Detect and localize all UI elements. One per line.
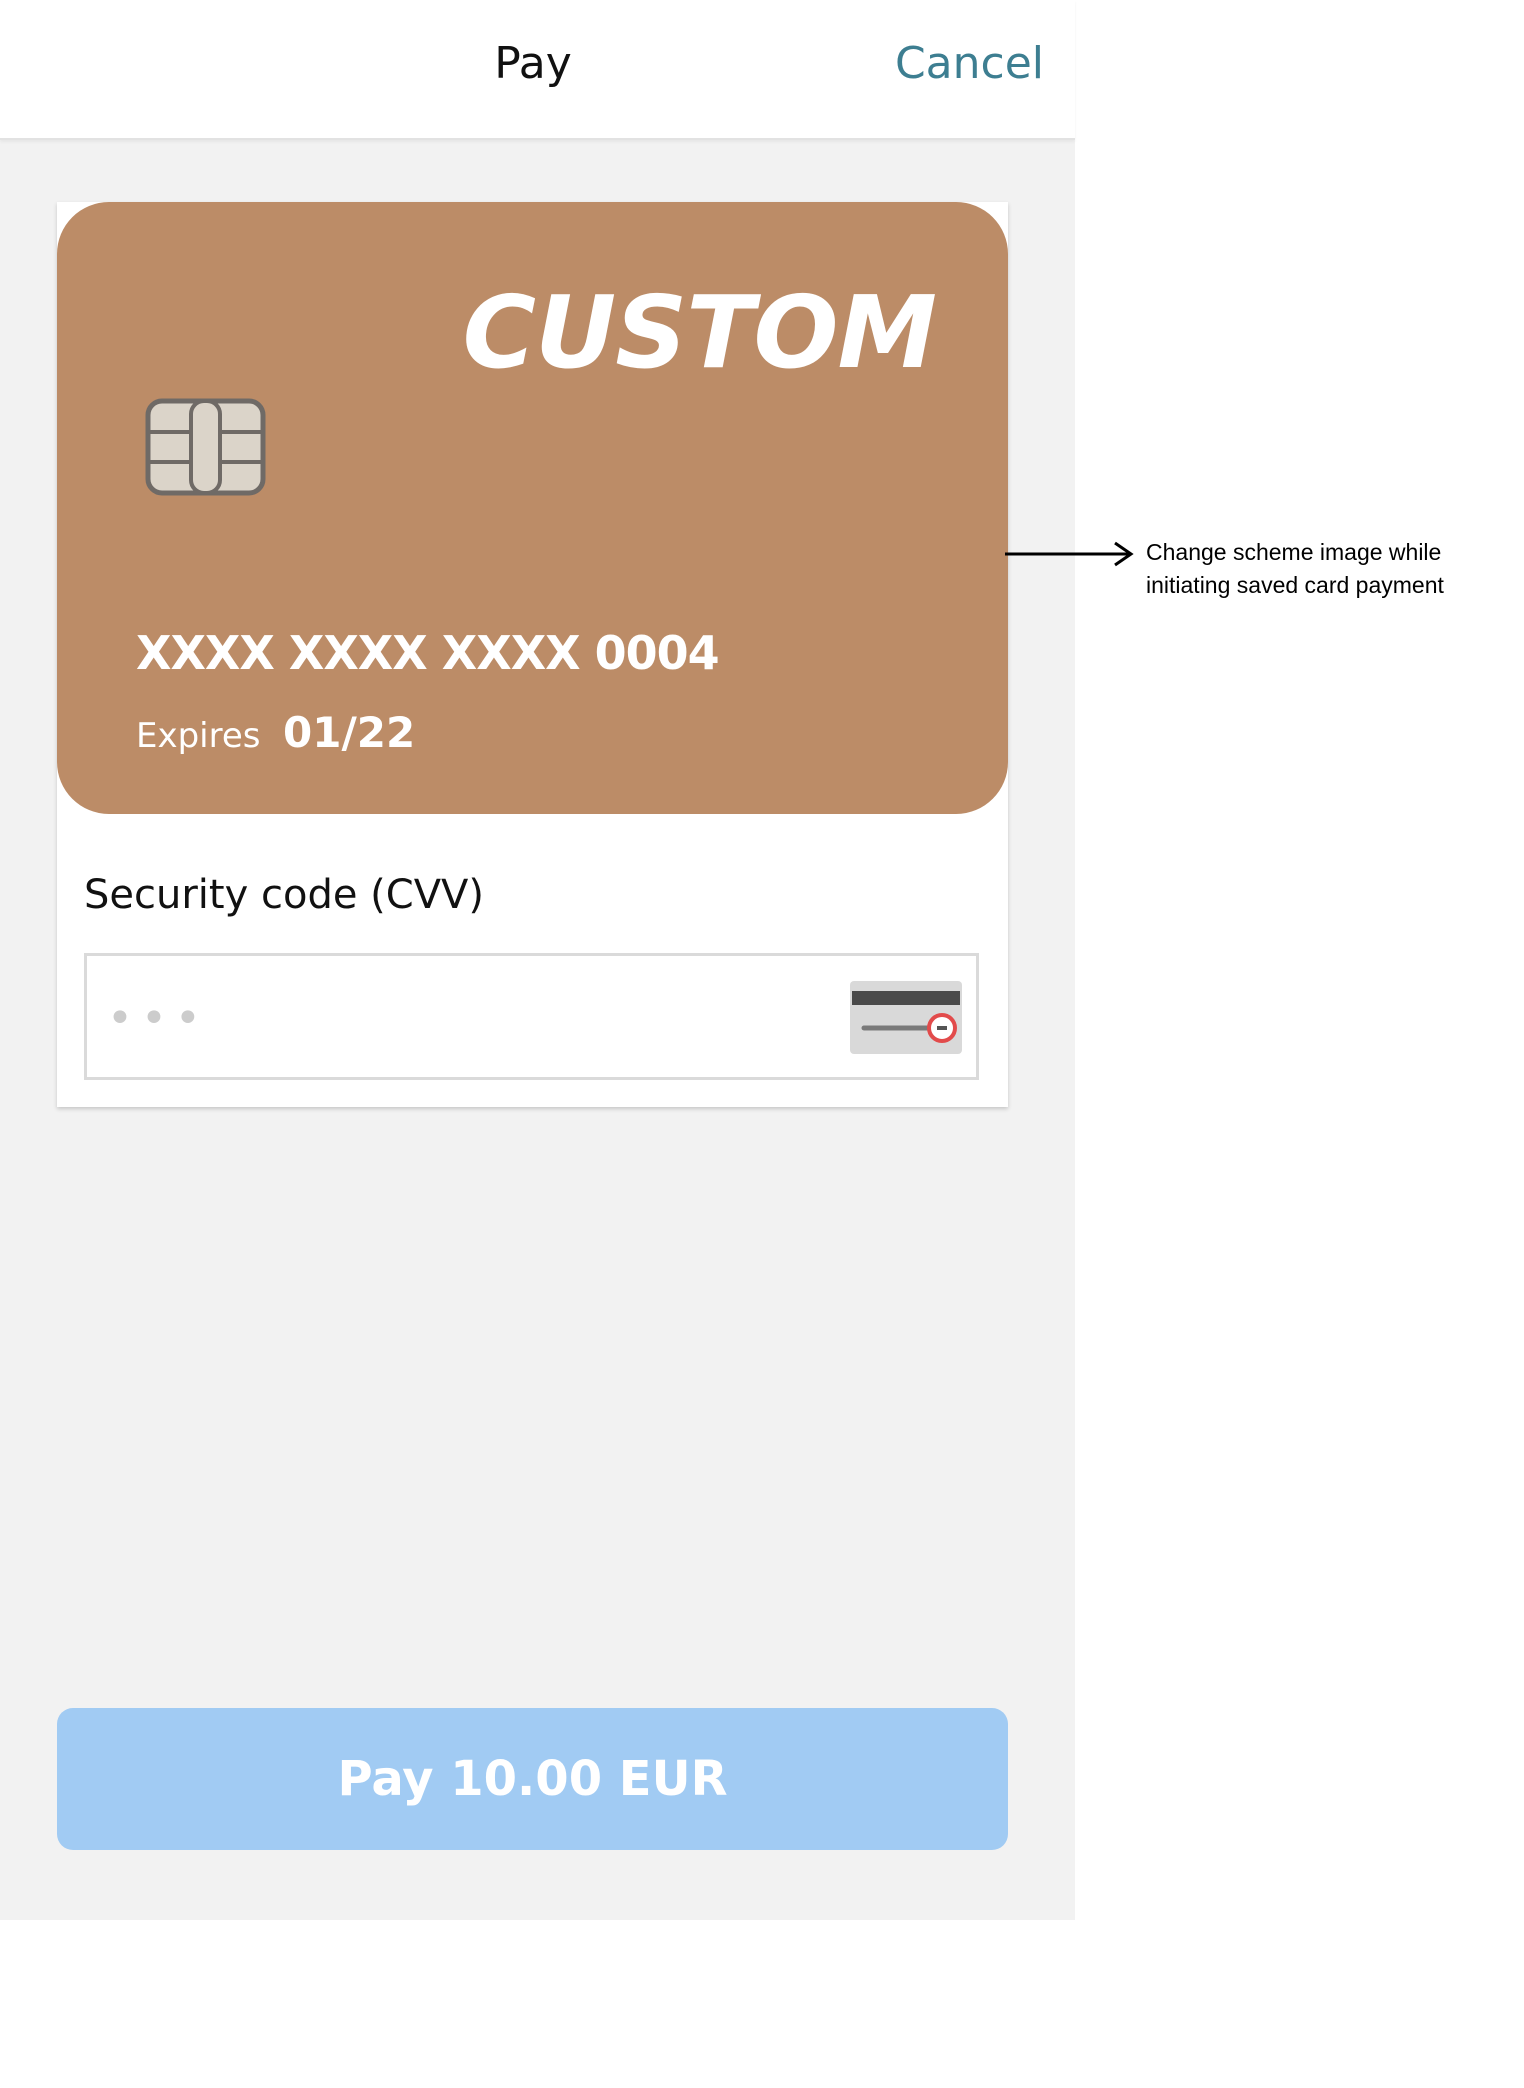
annotation-note: Change scheme image while initiating sav… (1146, 539, 1444, 598)
cvv-label: Security code (CVV) (84, 872, 485, 918)
header-bar: Pay Cancel (0, 0, 1075, 140)
card-scheme-logo: CUSTOM (462, 274, 937, 391)
expiry-label: Expires (136, 716, 261, 756)
cvv-field[interactable] (84, 953, 979, 1080)
card-chip-icon (145, 398, 266, 496)
cvv-input[interactable] (105, 986, 869, 1050)
card-number: XXXX XXXX XXXX 0004 (136, 626, 720, 680)
expiry-value: 01/22 (283, 708, 416, 757)
saved-card[interactable]: CUSTOM XXXX XXXX XXXX 0004 Expires 01/22 (57, 202, 1008, 814)
arrow-right-icon (1005, 541, 1134, 567)
payment-screen: Pay Cancel CUSTOM XXXX XXXX XXXX 0004 Ex… (0, 0, 1075, 1920)
cancel-button[interactable]: Cancel (895, 38, 1044, 89)
card-back-cvv-icon (850, 981, 962, 1054)
pay-button[interactable]: Pay 10.00 EUR (57, 1708, 1008, 1850)
